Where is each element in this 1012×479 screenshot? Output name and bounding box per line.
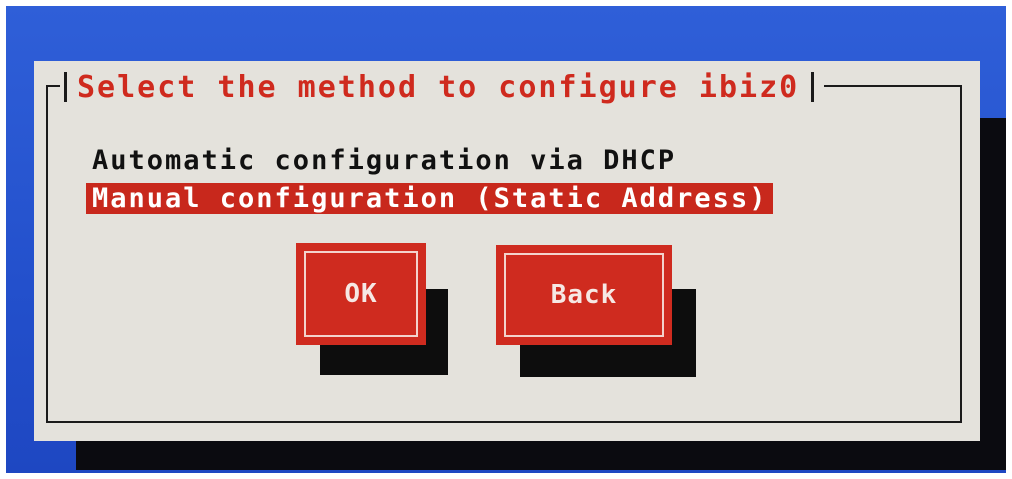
installer-screen: Select the method to configure ibiz0 Aut… [6, 6, 1006, 473]
back-button-label: Back [550, 280, 618, 310]
option-manual-static[interactable]: Manual configuration (Static Address) [86, 183, 774, 214]
title-left-tick [64, 72, 67, 102]
ok-button[interactable]: OK [296, 243, 426, 345]
back-button[interactable]: Back [496, 245, 672, 345]
option-automatic-dhcp[interactable]: Automatic configuration via DHCP [86, 145, 682, 176]
dialog-title: Select the method to configure ibiz0 [77, 69, 800, 105]
dialog-title-bar: Select the method to configure ibiz0 [60, 69, 825, 105]
ok-button-label: OK [344, 279, 378, 309]
config-method-dialog: Select the method to configure ibiz0 Aut… [34, 61, 980, 441]
title-right-tick [811, 72, 815, 102]
